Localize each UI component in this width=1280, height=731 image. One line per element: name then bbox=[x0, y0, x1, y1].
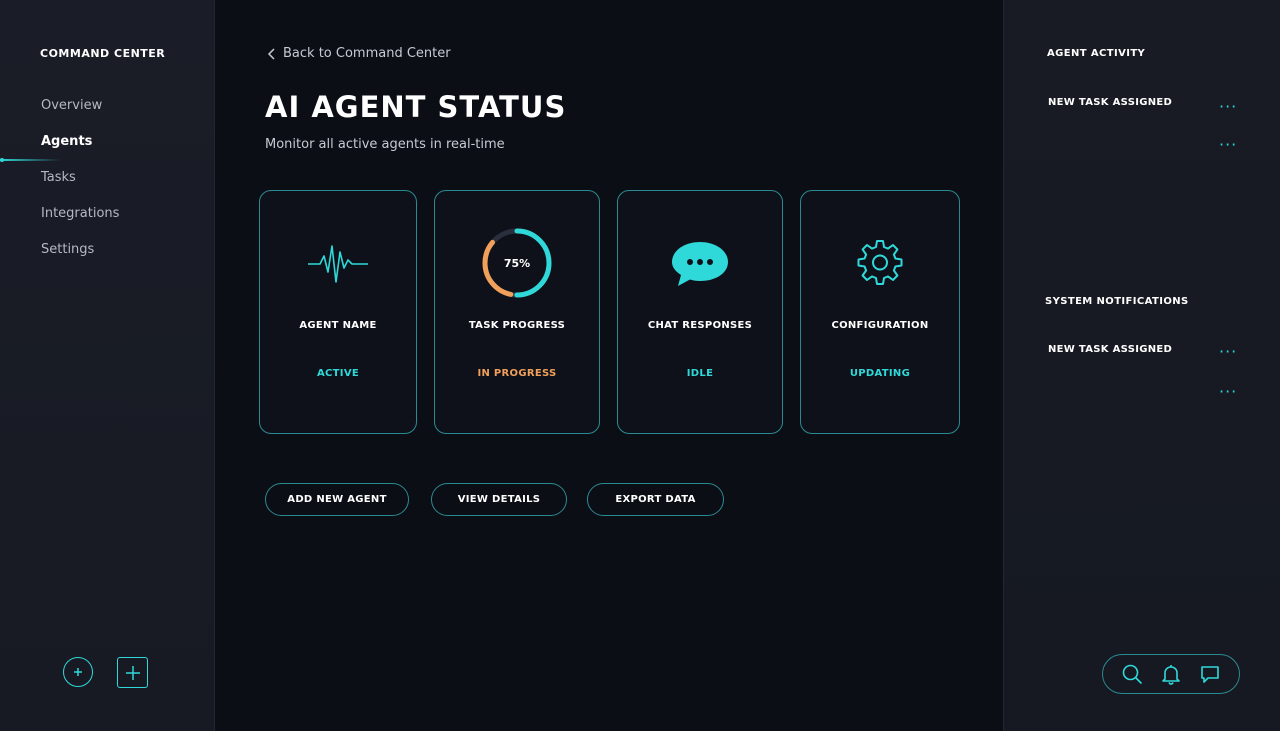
sidebar-item-agents[interactable]: Agents bbox=[41, 134, 119, 170]
more-options-icon[interactable]: ··· bbox=[1219, 344, 1237, 360]
chevron-left-icon bbox=[267, 47, 275, 60]
back-link[interactable]: Back to Command Center bbox=[267, 46, 451, 61]
sidebar-item-integrations[interactable]: Integrations bbox=[41, 206, 119, 242]
active-nav-indicator bbox=[0, 158, 60, 162]
card-title: AGENT NAME bbox=[299, 320, 377, 331]
right-sidebar: AGENT ACTIVITY NEW TASK ASSIGNED ··· ···… bbox=[1003, 0, 1280, 731]
activity-item: NEW TASK ASSIGNED bbox=[1048, 97, 1173, 108]
sidebar-item-tasks[interactable]: Tasks bbox=[41, 170, 119, 206]
progress-ring: 75% bbox=[479, 225, 555, 301]
view-details-button[interactable]: VIEW DETAILS bbox=[431, 483, 567, 516]
brand-title: COMMAND CENTER bbox=[40, 47, 166, 60]
status-badge: IN PROGRESS bbox=[477, 368, 557, 379]
status-badge: IDLE bbox=[686, 368, 714, 379]
chat-icon[interactable] bbox=[1199, 663, 1221, 685]
more-options-icon[interactable]: ··· bbox=[1219, 384, 1237, 400]
chat-responses-card[interactable]: CHAT RESPONSES IDLE bbox=[617, 190, 783, 434]
configuration-card[interactable]: CONFIGURATION UPDATING bbox=[800, 190, 960, 434]
refresh-add-icon[interactable] bbox=[63, 657, 93, 687]
agent-card[interactable]: AGENT NAME ACTIVE bbox=[259, 190, 417, 434]
more-options-icon[interactable]: ··· bbox=[1219, 99, 1237, 115]
progress-label: 75% bbox=[504, 257, 530, 270]
sidebar-item-overview[interactable]: Overview bbox=[41, 98, 119, 134]
sidebar-bottom-actions bbox=[63, 657, 148, 688]
task-progress-card[interactable]: 75% TASK PROGRESS IN PROGRESS bbox=[434, 190, 600, 434]
card-title: CONFIGURATION bbox=[831, 320, 929, 331]
gear-icon bbox=[842, 225, 918, 301]
export-data-button[interactable]: EXPORT DATA bbox=[587, 483, 724, 516]
main-content: Back to Command Center AI AGENT STATUS M… bbox=[215, 0, 1003, 731]
add-new-agent-button[interactable]: ADD NEW AGENT bbox=[265, 483, 409, 516]
bell-icon[interactable] bbox=[1160, 663, 1182, 685]
sidebar-nav: Overview Agents Tasks Integrations Setti… bbox=[41, 98, 119, 278]
page-subtitle: Monitor all active agents in real-time bbox=[265, 137, 505, 152]
plus-square-icon[interactable] bbox=[117, 657, 148, 688]
left-sidebar: COMMAND CENTER Overview Agents Tasks Int… bbox=[0, 0, 215, 731]
search-icon[interactable] bbox=[1121, 663, 1143, 685]
agent-activity-title: AGENT ACTIVITY bbox=[1047, 48, 1146, 59]
more-options-icon[interactable]: ··· bbox=[1219, 137, 1237, 153]
card-title: CHAT RESPONSES bbox=[647, 320, 753, 331]
notification-item: NEW TASK ASSIGNED bbox=[1048, 344, 1173, 355]
sidebar-item-settings[interactable]: Settings bbox=[41, 242, 119, 278]
back-link-label: Back to Command Center bbox=[283, 46, 451, 61]
pulse-icon bbox=[300, 225, 376, 301]
bottom-toolbar bbox=[1102, 654, 1240, 694]
status-badge: UPDATING bbox=[849, 368, 911, 379]
card-title: TASK PROGRESS bbox=[468, 320, 566, 331]
page-title: AI AGENT STATUS bbox=[265, 90, 567, 124]
chat-bubble-icon bbox=[662, 225, 738, 301]
system-notifications-title: SYSTEM NOTIFICATIONS bbox=[1045, 296, 1189, 307]
status-badge: ACTIVE bbox=[317, 368, 359, 379]
